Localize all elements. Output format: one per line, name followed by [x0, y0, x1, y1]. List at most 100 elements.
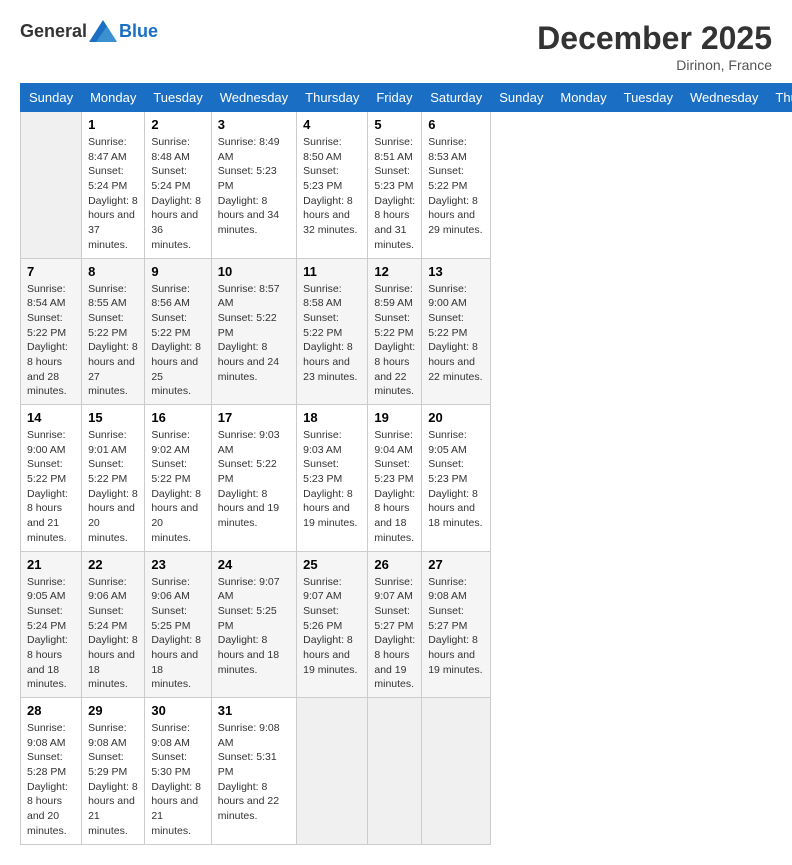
day-number: 15 — [88, 410, 138, 425]
day-number: 21 — [27, 557, 75, 572]
day-number: 29 — [88, 703, 138, 718]
day-info: Sunrise: 8:54 AM Sunset: 5:22 PM Dayligh… — [27, 282, 75, 400]
calendar-day-cell: 17 Sunrise: 9:03 AM Sunset: 5:22 PM Dayl… — [211, 405, 296, 552]
day-info: Sunrise: 9:08 AM Sunset: 5:31 PM Dayligh… — [218, 721, 290, 824]
day-info: Sunrise: 9:06 AM Sunset: 5:25 PM Dayligh… — [151, 575, 204, 693]
day-info: Sunrise: 9:00 AM Sunset: 5:22 PM Dayligh… — [27, 428, 75, 546]
day-number: 20 — [428, 410, 484, 425]
day-info: Sunrise: 9:08 AM Sunset: 5:28 PM Dayligh… — [27, 721, 75, 839]
month-year-title: December 2025 — [537, 20, 772, 57]
calendar-day-cell: 9 Sunrise: 8:56 AM Sunset: 5:22 PM Dayli… — [145, 258, 211, 405]
day-info: Sunrise: 8:59 AM Sunset: 5:22 PM Dayligh… — [374, 282, 415, 400]
day-info: Sunrise: 9:00 AM Sunset: 5:22 PM Dayligh… — [428, 282, 484, 385]
calendar-day-cell: 5 Sunrise: 8:51 AM Sunset: 5:23 PM Dayli… — [368, 112, 422, 259]
day-number: 30 — [151, 703, 204, 718]
calendar-week-row: 28 Sunrise: 9:08 AM Sunset: 5:28 PM Dayl… — [21, 698, 792, 845]
day-number: 27 — [428, 557, 484, 572]
day-info: Sunrise: 8:56 AM Sunset: 5:22 PM Dayligh… — [151, 282, 204, 400]
day-number: 11 — [303, 264, 361, 279]
calendar-day-cell — [422, 698, 491, 845]
calendar-day-cell: 30 Sunrise: 9:08 AM Sunset: 5:30 PM Dayl… — [145, 698, 211, 845]
day-info: Sunrise: 8:48 AM Sunset: 5:24 PM Dayligh… — [151, 135, 204, 253]
day-info: Sunrise: 9:03 AM Sunset: 5:22 PM Dayligh… — [218, 428, 290, 531]
day-info: Sunrise: 9:06 AM Sunset: 5:24 PM Dayligh… — [88, 575, 138, 693]
day-info: Sunrise: 9:03 AM Sunset: 5:23 PM Dayligh… — [303, 428, 361, 531]
calendar-day-cell: 3 Sunrise: 8:49 AM Sunset: 5:23 PM Dayli… — [211, 112, 296, 259]
day-number: 17 — [218, 410, 290, 425]
calendar-day-cell: 10 Sunrise: 8:57 AM Sunset: 5:22 PM Dayl… — [211, 258, 296, 405]
logo-text-general: General — [20, 21, 87, 42]
day-of-week-header: Thursday — [297, 84, 368, 112]
day-info: Sunrise: 8:53 AM Sunset: 5:22 PM Dayligh… — [428, 135, 484, 238]
day-number: 1 — [88, 117, 138, 132]
location-subtitle: Dirinon, France — [537, 57, 772, 73]
day-info: Sunrise: 8:55 AM Sunset: 5:22 PM Dayligh… — [88, 282, 138, 400]
day-number: 5 — [374, 117, 415, 132]
day-info: Sunrise: 8:57 AM Sunset: 5:22 PM Dayligh… — [218, 282, 290, 385]
day-number: 8 — [88, 264, 138, 279]
calendar-day-cell: 29 Sunrise: 9:08 AM Sunset: 5:29 PM Dayl… — [82, 698, 145, 845]
day-number: 4 — [303, 117, 361, 132]
day-number: 22 — [88, 557, 138, 572]
calendar-day-cell: 2 Sunrise: 8:48 AM Sunset: 5:24 PM Dayli… — [145, 112, 211, 259]
calendar-table: SundayMondayTuesdayWednesdayThursdayFrid… — [20, 83, 792, 845]
day-of-week-header: Monday — [552, 84, 615, 112]
calendar-day-cell: 18 Sunrise: 9:03 AM Sunset: 5:23 PM Dayl… — [297, 405, 368, 552]
day-of-week-header: Thursday — [767, 84, 792, 112]
day-info: Sunrise: 8:49 AM Sunset: 5:23 PM Dayligh… — [218, 135, 290, 238]
day-number: 14 — [27, 410, 75, 425]
day-info: Sunrise: 9:02 AM Sunset: 5:22 PM Dayligh… — [151, 428, 204, 546]
calendar-day-cell: 15 Sunrise: 9:01 AM Sunset: 5:22 PM Dayl… — [82, 405, 145, 552]
day-of-week-header: Sunday — [21, 84, 82, 112]
calendar-week-row: 21 Sunrise: 9:05 AM Sunset: 5:24 PM Dayl… — [21, 551, 792, 698]
day-number: 19 — [374, 410, 415, 425]
calendar-week-row: 7 Sunrise: 8:54 AM Sunset: 5:22 PM Dayli… — [21, 258, 792, 405]
day-of-week-header: Tuesday — [145, 84, 211, 112]
day-info: Sunrise: 9:07 AM Sunset: 5:27 PM Dayligh… — [374, 575, 415, 693]
calendar-day-cell: 27 Sunrise: 9:08 AM Sunset: 5:27 PM Dayl… — [422, 551, 491, 698]
calendar-week-row: 1 Sunrise: 8:47 AM Sunset: 5:24 PM Dayli… — [21, 112, 792, 259]
day-of-week-header: Wednesday — [682, 84, 767, 112]
calendar-day-cell: 11 Sunrise: 8:58 AM Sunset: 5:22 PM Dayl… — [297, 258, 368, 405]
day-number: 24 — [218, 557, 290, 572]
day-number: 12 — [374, 264, 415, 279]
day-number: 10 — [218, 264, 290, 279]
day-info: Sunrise: 8:50 AM Sunset: 5:23 PM Dayligh… — [303, 135, 361, 238]
day-info: Sunrise: 9:05 AM Sunset: 5:24 PM Dayligh… — [27, 575, 75, 693]
day-info: Sunrise: 9:08 AM Sunset: 5:27 PM Dayligh… — [428, 575, 484, 678]
day-of-week-header: Saturday — [422, 84, 491, 112]
calendar-day-cell: 20 Sunrise: 9:05 AM Sunset: 5:23 PM Dayl… — [422, 405, 491, 552]
day-number: 23 — [151, 557, 204, 572]
day-info: Sunrise: 8:51 AM Sunset: 5:23 PM Dayligh… — [374, 135, 415, 253]
day-number: 25 — [303, 557, 361, 572]
day-info: Sunrise: 9:01 AM Sunset: 5:22 PM Dayligh… — [88, 428, 138, 546]
logo: General Blue — [20, 20, 158, 42]
day-number: 26 — [374, 557, 415, 572]
day-number: 18 — [303, 410, 361, 425]
day-info: Sunrise: 8:58 AM Sunset: 5:22 PM Dayligh… — [303, 282, 361, 385]
calendar-day-cell: 28 Sunrise: 9:08 AM Sunset: 5:28 PM Dayl… — [21, 698, 82, 845]
day-info: Sunrise: 9:05 AM Sunset: 5:23 PM Dayligh… — [428, 428, 484, 531]
calendar-header-row: SundayMondayTuesdayWednesdayThursdayFrid… — [21, 84, 792, 112]
calendar-day-cell: 12 Sunrise: 8:59 AM Sunset: 5:22 PM Dayl… — [368, 258, 422, 405]
day-of-week-header: Monday — [82, 84, 145, 112]
day-number: 16 — [151, 410, 204, 425]
day-of-week-header: Wednesday — [211, 84, 296, 112]
day-info: Sunrise: 9:07 AM Sunset: 5:25 PM Dayligh… — [218, 575, 290, 678]
day-number: 6 — [428, 117, 484, 132]
day-number: 2 — [151, 117, 204, 132]
calendar-day-cell: 4 Sunrise: 8:50 AM Sunset: 5:23 PM Dayli… — [297, 112, 368, 259]
calendar-day-cell: 25 Sunrise: 9:07 AM Sunset: 5:26 PM Dayl… — [297, 551, 368, 698]
calendar-day-cell: 23 Sunrise: 9:06 AM Sunset: 5:25 PM Dayl… — [145, 551, 211, 698]
title-section: December 2025 Dirinon, France — [537, 20, 772, 73]
day-number: 13 — [428, 264, 484, 279]
day-info: Sunrise: 9:04 AM Sunset: 5:23 PM Dayligh… — [374, 428, 415, 546]
calendar-day-cell: 16 Sunrise: 9:02 AM Sunset: 5:22 PM Dayl… — [145, 405, 211, 552]
calendar-day-cell: 26 Sunrise: 9:07 AM Sunset: 5:27 PM Dayl… — [368, 551, 422, 698]
calendar-day-cell: 13 Sunrise: 9:00 AM Sunset: 5:22 PM Dayl… — [422, 258, 491, 405]
calendar-day-cell: 22 Sunrise: 9:06 AM Sunset: 5:24 PM Dayl… — [82, 551, 145, 698]
calendar-day-cell — [297, 698, 368, 845]
day-number: 28 — [27, 703, 75, 718]
day-number: 9 — [151, 264, 204, 279]
day-of-week-header: Sunday — [491, 84, 552, 112]
